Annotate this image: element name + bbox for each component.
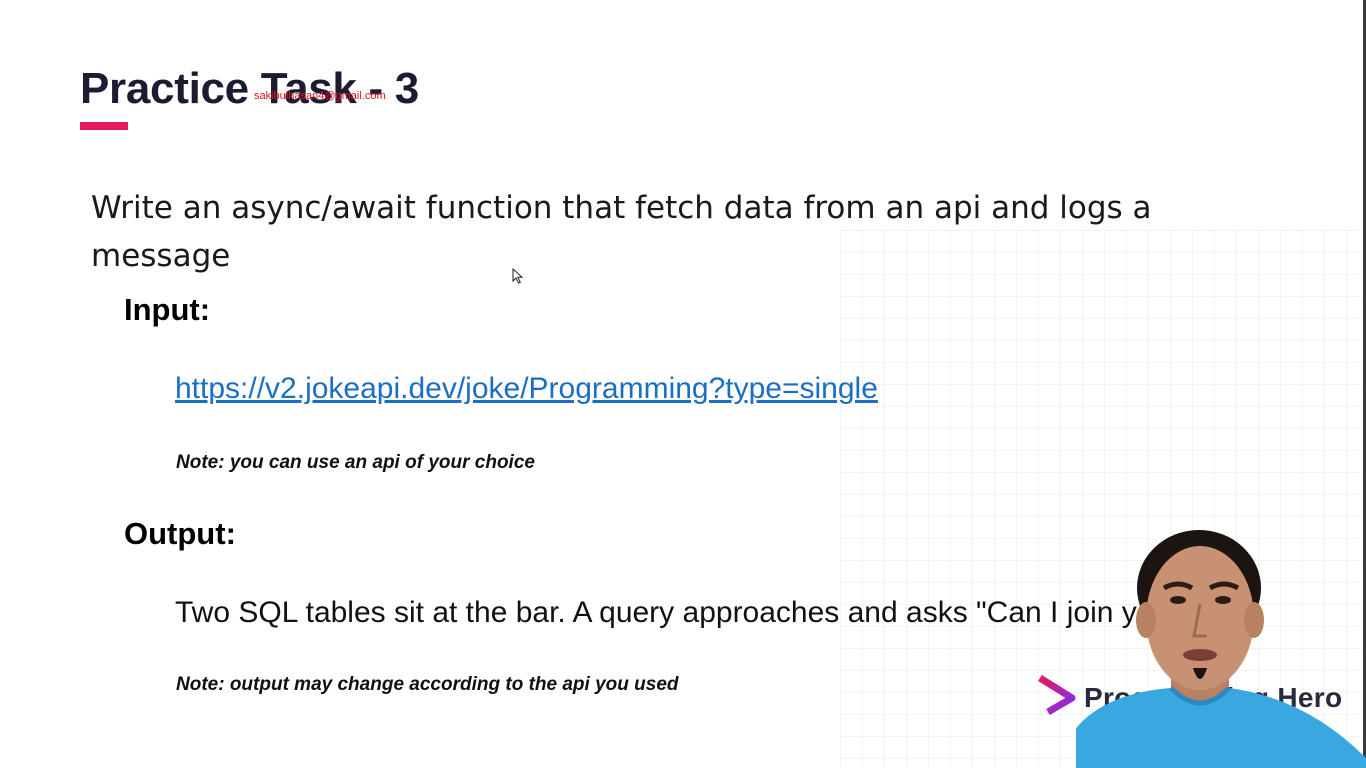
task-description: Write an async/await function that fetch… [91,190,1152,274]
input-note: Note: you can use an api of your choice [176,452,535,473]
output-note: Note: output may change according to the… [176,674,679,695]
mouse-pointer-icon [512,268,524,284]
presenter-webcam [1076,530,1366,768]
programming-hero-logo-icon [1036,674,1076,732]
title-underline [80,122,128,130]
email-watermark: sakibulhasan4@gmail.com [254,90,386,102]
api-url-link[interactable]: https://v2.jokeapi.dev/joke/Programming?… [175,372,878,406]
output-example: Two SQL tables sit at the bar. A query a… [175,596,1198,629]
output-label: Output: [124,516,236,551]
input-label: Input: [124,292,211,327]
slide: Practice Task - 3 sakibulhasan4@gmail.co… [0,0,1366,768]
slide-title: Practice Task - 3 [80,64,419,113]
